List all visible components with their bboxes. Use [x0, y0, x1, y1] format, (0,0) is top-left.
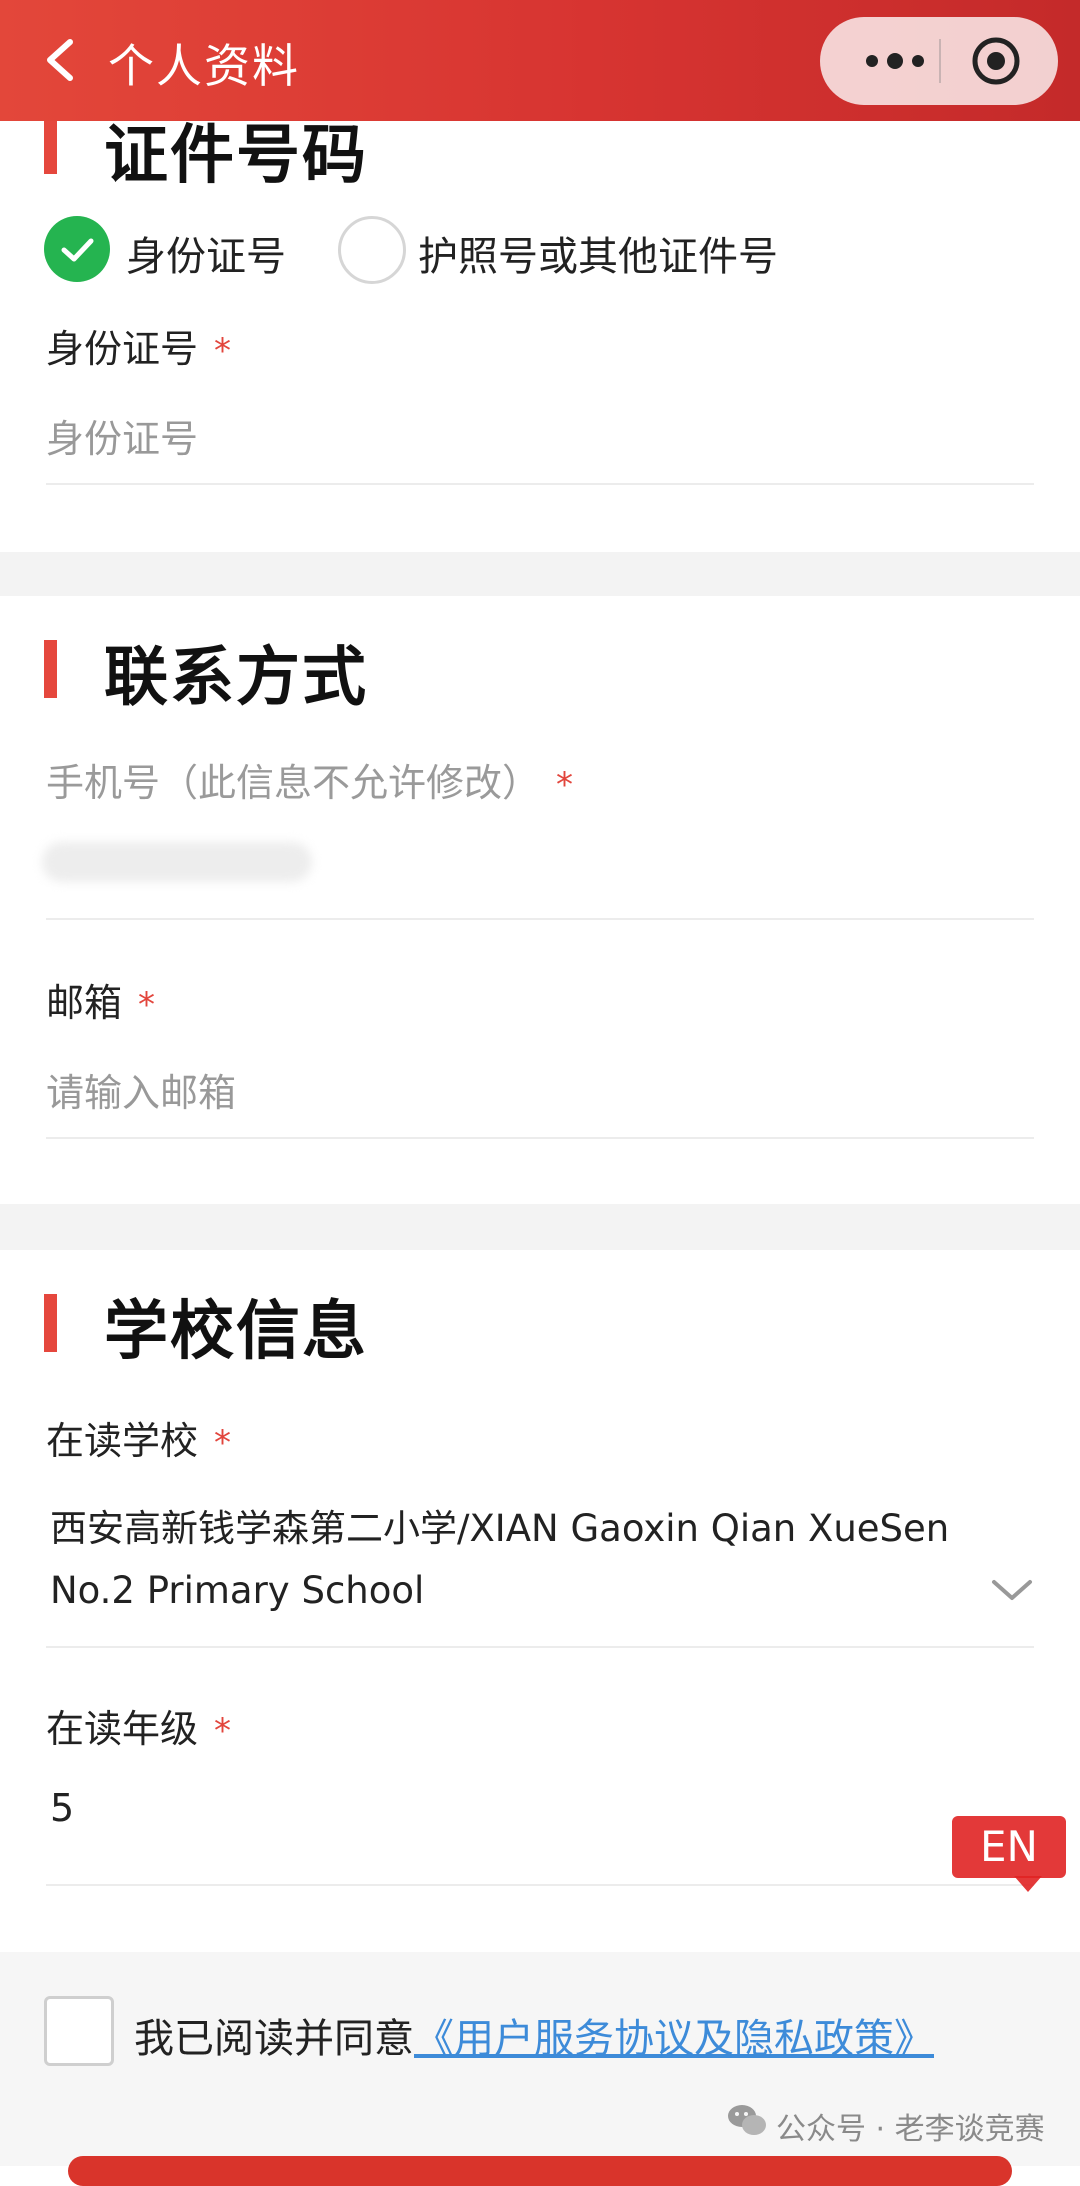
email-label-text: 邮箱: [46, 981, 123, 1025]
school-label: 在读学校 *: [46, 1410, 231, 1465]
school-select[interactable]: 西安高新钱学森第二小学/XIAN Gaoxin Qian XueSen No.2…: [50, 1498, 990, 1622]
close-mini-program-icon[interactable]: [970, 35, 1022, 87]
chevron-down-icon[interactable]: [990, 1576, 1034, 1604]
submit-button-partial[interactable]: [68, 2156, 1012, 2186]
more-dots-icon[interactable]: [850, 17, 940, 105]
id-number-input[interactable]: 身份证号: [46, 408, 198, 463]
field-divider: [46, 1137, 1034, 1139]
required-mark: *: [214, 1423, 232, 1463]
field-divider: [46, 1884, 1034, 1886]
section-accent-bar: [44, 116, 57, 174]
section-gap: [0, 552, 1080, 596]
radio-label-id-card[interactable]: 身份证号: [126, 224, 286, 282]
required-mark: *: [556, 765, 574, 805]
section-accent-bar: [44, 640, 57, 698]
section-gap: [0, 1204, 1080, 1250]
agree-checkbox[interactable]: [44, 1996, 114, 2066]
section-title: 学校信息: [104, 1295, 368, 1369]
check-icon: [61, 238, 94, 262]
grade-label: 在读年级 *: [46, 1698, 231, 1753]
language-badge-tail: [1014, 1876, 1042, 1892]
section-title: 联系方式: [104, 641, 368, 715]
contact-section: 联系方式 手机号（此信息不允许修改） * 邮箱 * 请输入邮箱: [0, 596, 1080, 1204]
wechat-icon: [728, 2105, 766, 2135]
radio-id-card-checked[interactable]: [44, 216, 110, 282]
grade-label-text: 在读年级: [46, 1707, 199, 1751]
language-switch-button[interactable]: EN: [952, 1816, 1066, 1878]
required-mark: *: [138, 985, 156, 1025]
mini-program-capsule: [820, 17, 1058, 105]
id-number-label-text: 身份证号: [46, 327, 199, 371]
field-divider: [46, 483, 1034, 485]
radio-passport[interactable]: [338, 216, 406, 284]
agreement-text: 我已阅读并同意《用户服务协议及隐私政策》: [134, 2006, 934, 2064]
required-mark: *: [214, 331, 232, 371]
page-title: 个人资料: [108, 39, 300, 93]
section-accent-bar: [44, 1294, 57, 1352]
id-number-label: 身份证号 *: [46, 318, 231, 373]
navigation-bar: 个人资料: [0, 0, 1080, 121]
school-label-text: 在读学校: [46, 1419, 199, 1463]
field-divider: [46, 918, 1034, 920]
back-arrow-icon[interactable]: [42, 38, 78, 82]
phone-value-blurred: [42, 842, 312, 882]
watermark: 公众号 · 老李谈竞赛: [776, 2112, 1045, 2147]
grade-select[interactable]: 5: [50, 1786, 74, 1830]
field-divider: [46, 1646, 1034, 1648]
email-input[interactable]: 请输入邮箱: [46, 1062, 236, 1117]
radio-label-passport[interactable]: 护照号或其他证件号: [418, 224, 778, 282]
phone-label-text: 手机号（此信息不允许修改）: [46, 761, 541, 805]
phone-label: 手机号（此信息不允许修改） *: [46, 752, 573, 807]
email-label: 邮箱 *: [46, 972, 155, 1027]
capsule-divider: [939, 39, 941, 83]
required-mark: *: [214, 1711, 232, 1751]
agreement-prefix: 我已阅读并同意: [134, 2016, 414, 2062]
user-agreement-link[interactable]: 《用户服务协议及隐私政策》: [414, 2016, 934, 2062]
